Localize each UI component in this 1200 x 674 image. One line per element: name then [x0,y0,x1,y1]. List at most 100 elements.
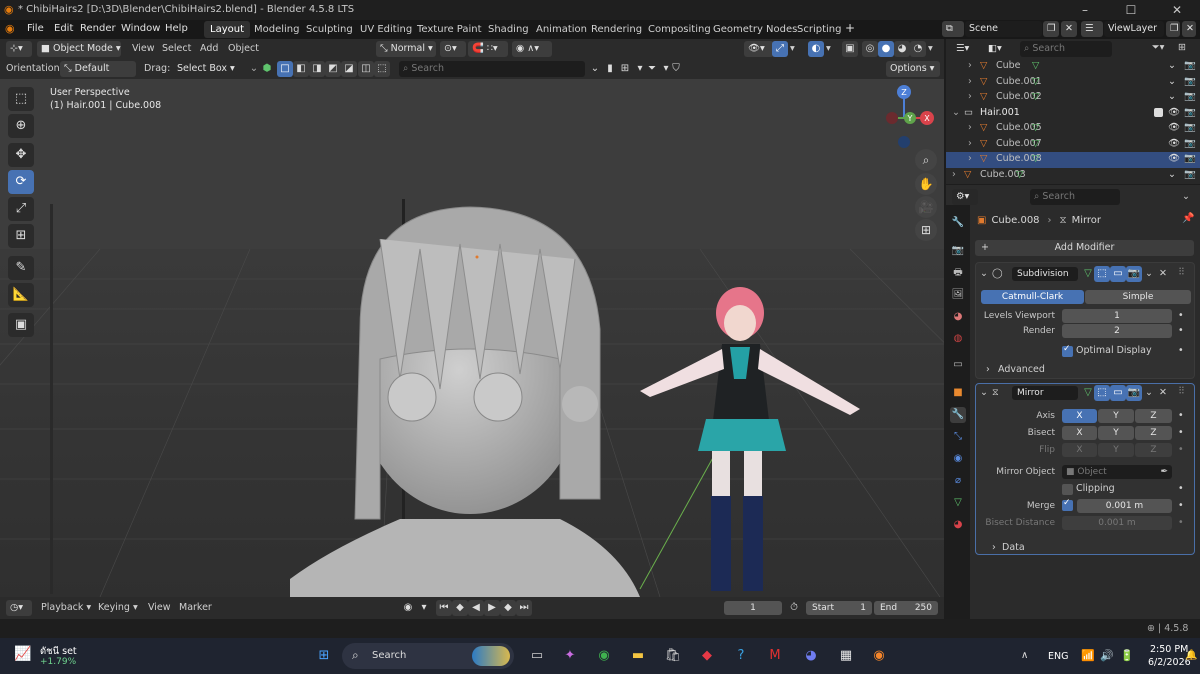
eyedropper-icon[interactable]: ✒ [1160,465,1172,479]
bisect-keyframe-icon[interactable]: • [1178,427,1184,438]
volume-icon[interactable]: 🔊 [1100,649,1114,662]
tab-sculpting[interactable]: Sculpting [300,21,359,38]
visibility-eye-icon[interactable]: ⌄ [1168,76,1176,87]
pin-icon[interactable]: 📌 [1182,213,1194,224]
properties-options-icon[interactable]: ⌄ [1182,191,1190,202]
current-frame-field[interactable]: 1 [724,601,782,615]
outliner-row[interactable]: › ▽ Cube.005 ▽ 👁 📷 [946,121,1200,137]
select-extend-icon[interactable]: ◧ [293,61,309,77]
shading-rendered-icon[interactable]: ◔ [910,41,926,57]
tab-constraints-icon[interactable]: ⌀ [950,473,966,489]
mirror-menu-icon[interactable]: ⌄ [1145,387,1153,398]
properties-editor-icon[interactable]: ⚙▾ [952,189,978,205]
render-camera-icon[interactable]: 📷 [1184,122,1196,133]
levels-viewport-field[interactable]: 1 [1062,309,1172,323]
render-camera-icon[interactable]: 📷 [1184,169,1196,180]
close-button[interactable]: ✕ [1154,0,1200,20]
render-levels-field[interactable]: 2 [1062,324,1172,338]
axis-x-toggle[interactable]: X [1062,409,1097,423]
tab-uv-editing[interactable]: UV Editing [354,21,418,38]
clock-time[interactable]: 2:50 PM [1150,644,1188,655]
shading-material-icon[interactable]: ◕ [894,41,910,57]
measure-tool-icon[interactable]: 📐 [8,283,34,307]
record-dropdown-icon[interactable]: ▾ [416,600,432,616]
stopwatch-icon[interactable]: ⏱ [786,600,802,616]
subdivision-cage-icon[interactable]: ⬚ [1094,266,1110,282]
delete-scene-icon[interactable]: ✕ [1061,21,1077,37]
properties-search-input[interactable]: ⌕ Search [1030,189,1120,205]
gizmo-dropdown-icon[interactable]: ▾ [790,43,795,54]
pan-hand-icon[interactable]: ✋ [915,173,937,195]
minimize-button[interactable]: – [1062,0,1108,20]
outliner-row[interactable]: › ▽ Cube.007 ▽ 👁 📷 [946,137,1200,153]
visibility-eye-icon[interactable]: ⌄ [1168,91,1176,102]
optimal-display-checkbox[interactable] [1062,344,1073,357]
outliner-row[interactable]: › ▽ Cube.008 ▽ 👁 📷 [946,152,1200,168]
cursor-tool-icon[interactable]: ⊕ [8,114,34,138]
gizmo-toggle-icon[interactable]: ⤢ [772,41,788,57]
menu-window[interactable]: Window [121,23,160,34]
proportional-edit-icon[interactable]: ◉ ∧▾ [512,41,552,57]
orientation-dropdown[interactable]: ⤡ Default [60,61,136,77]
ortho-grid-icon[interactable]: ⊞ [915,219,937,241]
simple-tab[interactable]: Simple [1085,290,1191,304]
mirror-collapse-icon[interactable]: ⌄ [980,387,988,398]
add-modifier-button[interactable]: + Add Modifier [975,240,1194,256]
mirror-render-icon[interactable]: 📷 [1126,385,1142,401]
overlay-dropdown-icon[interactable]: ▾ [826,43,831,54]
flip-z-toggle[interactable]: Z [1135,443,1172,457]
options-dropdown[interactable]: Options ▾ [886,61,940,77]
data-subpanel-label[interactable]: Data [1002,542,1025,553]
outliner-row[interactable]: › ▽ Cube.002 ▽ ⌄ 📷 [946,90,1200,106]
outliner-row[interactable]: › ▽ Cube ▽ ⌄ 📷 [946,59,1200,75]
blender-taskbar-icon[interactable]: ◉ [868,645,890,667]
subdivision-menu-icon[interactable]: ⌄ [1145,268,1153,279]
tray-chevron-icon[interactable]: ∧ [1021,650,1028,661]
shading-wireframe-icon[interactable]: ◎ [862,41,878,57]
select-mode-b-icon[interactable]: ⬚ [374,61,390,77]
add-workspace-icon[interactable]: + [845,21,855,35]
play-reverse-icon[interactable]: ◀ [468,600,484,616]
record-icon[interactable]: ◉ [400,600,416,616]
subdivision-render-icon[interactable]: 📷 [1126,266,1142,282]
tab-render-icon[interactable]: 📷 [950,243,966,259]
new-view-layer-icon[interactable]: ❐ [1166,21,1180,37]
visibility-eye-icon[interactable]: 👁 [1168,122,1180,133]
xray-icon[interactable]: ▣ [842,41,858,57]
tab-scripting[interactable]: Scripting [791,21,847,38]
menu-timeline-view[interactable]: View [148,602,171,613]
menu-marker[interactable]: Marker [179,602,212,613]
maximize-button[interactable]: ☐ [1108,0,1154,20]
visibility-eye-icon[interactable]: ⌄ [1168,60,1176,71]
mirror-cage-icon[interactable]: ⬚ [1094,385,1110,401]
outliner-row[interactable]: › ▽ Cube.001 ▽ ⌄ 📷 [946,75,1200,91]
shading-dropdown-icon[interactable]: ▾ [928,43,933,54]
render-camera-icon[interactable]: 📷 [1184,91,1196,102]
render-camera-icon[interactable]: 📷 [1184,60,1196,71]
outliner-search-input[interactable]: ⌕ Search [1020,41,1112,57]
scale-tool-icon[interactable]: ⤢ [8,197,34,221]
jump-key-back-icon[interactable]: ◆ [452,600,468,616]
discord-icon[interactable]: ◕ [800,645,822,667]
render-levels-keyframe-icon[interactable]: • [1178,325,1184,336]
render-camera-icon[interactable]: 📷 [1184,76,1196,87]
tab-particles-icon[interactable]: ⤡ [950,429,966,445]
mirror-object-field[interactable]: ■ Object ✒ [1062,465,1172,479]
collection-checkbox[interactable] [1154,108,1163,117]
zoom-icon[interactable]: ⌕ [915,149,937,171]
render-camera-icon[interactable]: 📷 [1184,138,1196,149]
mirror-viewport-icon[interactable]: ▭ [1110,385,1126,401]
tab-world-icon[interactable]: ◍ [950,331,966,347]
end-frame-field[interactable]: End 250 [874,601,938,615]
add-cube-tool-icon[interactable]: ▣ [8,313,34,337]
bisect-distance-field[interactable]: 0.001 m [1062,516,1172,530]
expand-arrow-icon[interactable]: › [968,60,972,71]
help-app-icon[interactable]: ? [730,645,752,667]
view-layer-icon[interactable]: ☰ [1081,21,1103,37]
bookmark-icon[interactable]: ▮ [602,61,618,77]
clipchamp-icon[interactable]: ▦ [835,645,857,667]
new-collection-icon[interactable]: ⊞ [1178,42,1186,53]
menu-render[interactable]: Render [80,23,116,34]
visibility-eye-icon[interactable]: 👁 [1168,153,1180,164]
new-scene-icon[interactable]: ❐ [1043,21,1059,37]
